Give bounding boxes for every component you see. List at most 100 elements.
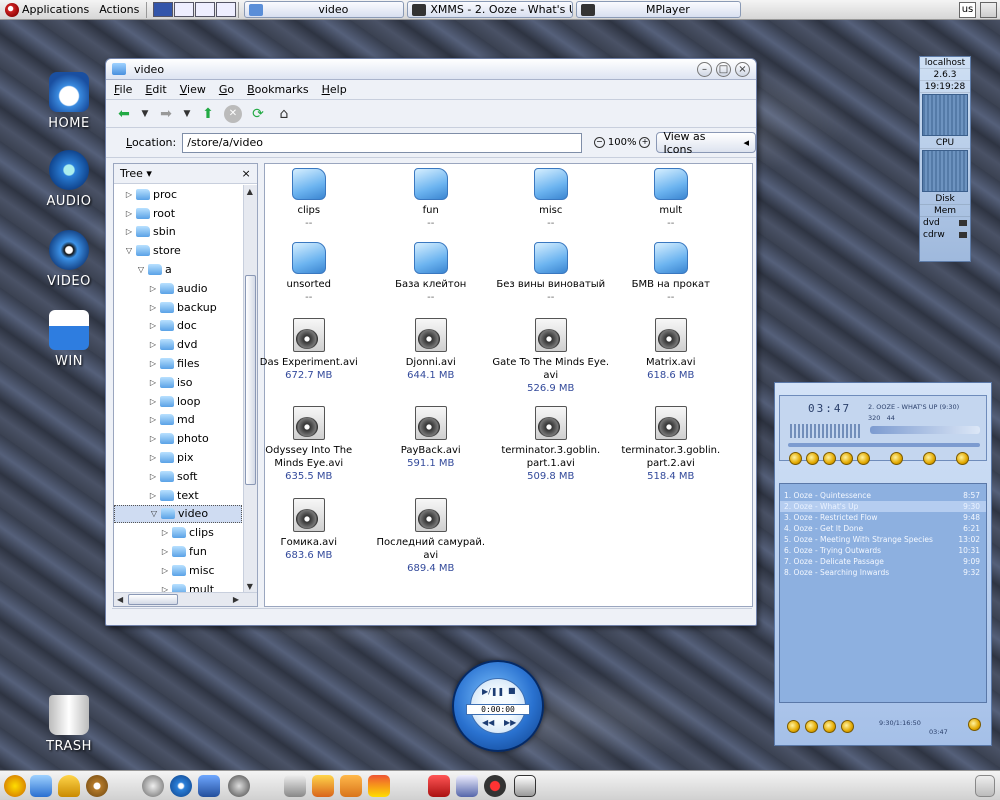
headphones-icon[interactable] bbox=[142, 775, 164, 797]
next-button[interactable] bbox=[857, 451, 870, 465]
menu-edit[interactable]: Edit bbox=[145, 83, 166, 96]
tree-item-photo[interactable]: ▷ photo bbox=[114, 429, 242, 448]
location-input[interactable] bbox=[182, 132, 582, 153]
menu-bookmarks[interactable]: Bookmarks bbox=[247, 83, 308, 96]
gimp-icon[interactable] bbox=[284, 775, 306, 797]
tree-item-backup[interactable]: ▷ backup bbox=[114, 298, 242, 317]
expand-arrow-icon[interactable]: ▷ bbox=[160, 566, 170, 575]
back-arrow-icon[interactable]: ⬅ bbox=[114, 105, 134, 123]
pause-button[interactable] bbox=[823, 451, 836, 465]
expand-arrow-icon[interactable]: ▷ bbox=[148, 472, 158, 481]
expand-arrow-icon[interactable]: ▷ bbox=[124, 190, 134, 199]
playlist-track[interactable]: 3. Ooze - Restricted Flow 9:48 bbox=[780, 512, 986, 523]
xmms-volume-slider[interactable] bbox=[870, 426, 980, 434]
rewind-icon[interactable]: ◀◀ bbox=[482, 718, 494, 727]
expand-arrow-icon[interactable]: ▷ bbox=[148, 378, 158, 387]
video-file-item[interactable]: Matrix.avi 618.6 MB bbox=[611, 318, 731, 382]
expand-arrow-icon[interactable]: ▷ bbox=[160, 547, 170, 556]
menu-view[interactable]: View bbox=[180, 83, 206, 96]
folder-item[interactable]: clips -- bbox=[249, 168, 369, 230]
tree-item-iso[interactable]: ▷ iso bbox=[114, 373, 242, 392]
task-video[interactable]: video bbox=[244, 1, 405, 18]
tree-item-sbin[interactable]: ▷ sbin bbox=[114, 223, 242, 242]
folder-item[interactable]: mult -- bbox=[611, 168, 731, 230]
remove-button[interactable] bbox=[805, 719, 818, 733]
speaker-icon[interactable] bbox=[228, 775, 250, 797]
video-file-item[interactable]: Das Experiment.avi 672.7 MB bbox=[249, 318, 369, 382]
tree-item-store[interactable]: ▽ store bbox=[114, 241, 242, 260]
prev-button[interactable] bbox=[789, 451, 802, 465]
tree-item-a[interactable]: ▽ a bbox=[114, 260, 242, 279]
playlist-track[interactable]: 2. Ooze - What's Up 9:30 bbox=[780, 501, 986, 512]
video-file-item[interactable]: PayBack.avi 591.1 MB bbox=[371, 406, 491, 470]
scroll-thumb[interactable] bbox=[128, 594, 178, 605]
task-xmms[interactable]: XMMS - 2. Ooze - What's Up [9:30] bbox=[407, 1, 574, 18]
minimize-button[interactable]: – bbox=[697, 61, 712, 77]
star-icon[interactable] bbox=[4, 775, 26, 797]
maximize-button[interactable]: □ bbox=[716, 61, 731, 77]
up-arrow-icon[interactable]: ⬆ bbox=[198, 105, 218, 123]
audio-player-icon[interactable] bbox=[170, 775, 192, 797]
desktop-icon-win[interactable]: WIN bbox=[34, 310, 104, 369]
back-history-dropdown-icon[interactable]: ▼ bbox=[140, 105, 150, 123]
desktop-icon-video[interactable]: VIDEO bbox=[34, 230, 104, 289]
expand-arrow-icon[interactable]: ▷ bbox=[124, 209, 134, 218]
xmms-seek-bar[interactable] bbox=[788, 443, 980, 447]
workspace-3[interactable] bbox=[195, 2, 216, 17]
expand-arrow-icon[interactable]: ▷ bbox=[148, 303, 158, 312]
stop-button[interactable] bbox=[840, 451, 853, 465]
scroll-right-arrow-icon[interactable]: ▶ bbox=[233, 595, 239, 604]
menu-file[interactable]: File bbox=[114, 83, 132, 96]
view-as-button[interactable]: View as Icons ◂ bbox=[656, 130, 756, 156]
tree-item-video[interactable]: ▽ video bbox=[114, 504, 242, 524]
applications-menu[interactable]: Applications bbox=[0, 1, 94, 19]
folder-item[interactable]: misc -- bbox=[491, 168, 611, 230]
workspace-1[interactable] bbox=[153, 2, 174, 17]
tree-item-root[interactable]: ▷ root bbox=[114, 204, 242, 223]
add-button[interactable] bbox=[787, 719, 800, 733]
tree-item-md[interactable]: ▷ md bbox=[114, 411, 242, 430]
actions-menu[interactable]: Actions bbox=[94, 1, 144, 19]
desktop-icon-home[interactable]: HOME bbox=[34, 72, 104, 131]
video-file-item[interactable]: terminator.3.goblin. part.2.avi 518.4 MB bbox=[611, 406, 731, 483]
tree-item-files[interactable]: ▷ files bbox=[114, 354, 242, 373]
tree-item-doc[interactable]: ▷ doc bbox=[114, 317, 242, 336]
editor-icon[interactable] bbox=[340, 775, 362, 797]
expand-arrow-icon[interactable]: ▷ bbox=[148, 321, 158, 330]
workspace-2[interactable] bbox=[174, 2, 195, 17]
stop-icon[interactable]: ■ bbox=[508, 686, 516, 695]
video-file-item[interactable]: Последний самурай. avi 689.4 MB bbox=[371, 498, 491, 575]
play-pause-icon[interactable]: ▶/❚❚ bbox=[482, 687, 504, 696]
stop-icon[interactable]: ✕ bbox=[224, 104, 242, 123]
side-pane-selector[interactable]: Tree ▾ bbox=[120, 167, 152, 180]
expand-arrow-icon[interactable]: ▷ bbox=[148, 434, 158, 443]
expand-arrow-icon[interactable]: ▷ bbox=[160, 528, 170, 537]
menu-help[interactable]: Help bbox=[322, 83, 347, 96]
expand-arrow-icon[interactable]: ▷ bbox=[148, 359, 158, 368]
window-titlebar[interactable]: video – □ × bbox=[106, 59, 756, 80]
playlist-track[interactable]: 6. Ooze - Trying Outwards 10:31 bbox=[780, 545, 986, 556]
misc-button[interactable] bbox=[841, 719, 854, 733]
folder-item[interactable]: БМВ на прокат -- bbox=[611, 242, 731, 304]
home-icon[interactable]: ⌂ bbox=[274, 105, 294, 123]
tree-item-text[interactable]: ▷ text bbox=[114, 486, 242, 505]
forward-history-dropdown-icon[interactable]: ▼ bbox=[182, 105, 192, 123]
workspace-4[interactable] bbox=[216, 2, 237, 17]
desktop-icon-audio[interactable]: AUDIO bbox=[34, 150, 104, 209]
desktop-icon-trash[interactable]: TRASH bbox=[34, 695, 104, 754]
playlist-track[interactable]: 7. Ooze - Delicate Passage 9:09 bbox=[780, 556, 986, 567]
tree-item-pix[interactable]: ▷ pix bbox=[114, 448, 242, 467]
scroll-down-arrow-icon[interactable]: ▼ bbox=[247, 582, 253, 591]
tree-item-loop[interactable]: ▷ loop bbox=[114, 392, 242, 411]
play-button[interactable] bbox=[806, 451, 819, 465]
folder-item[interactable]: База клейтон -- bbox=[371, 242, 491, 304]
forward-icon[interactable]: ▶▶ bbox=[504, 718, 516, 727]
expand-arrow-icon[interactable]: ▷ bbox=[148, 397, 158, 406]
tree-item-soft[interactable]: ▷ soft bbox=[114, 467, 242, 486]
workspace-switcher[interactable] bbox=[153, 2, 237, 17]
scroll-left-arrow-icon[interactable]: ◀ bbox=[117, 595, 123, 604]
reload-icon[interactable]: ⟳ bbox=[248, 105, 268, 123]
collapse-arrow-icon[interactable]: ▽ bbox=[124, 246, 134, 255]
expand-arrow-icon[interactable]: ▷ bbox=[148, 415, 158, 424]
video-file-item[interactable]: Gate To The Minds Eye. avi 526.9 MB bbox=[491, 318, 611, 395]
